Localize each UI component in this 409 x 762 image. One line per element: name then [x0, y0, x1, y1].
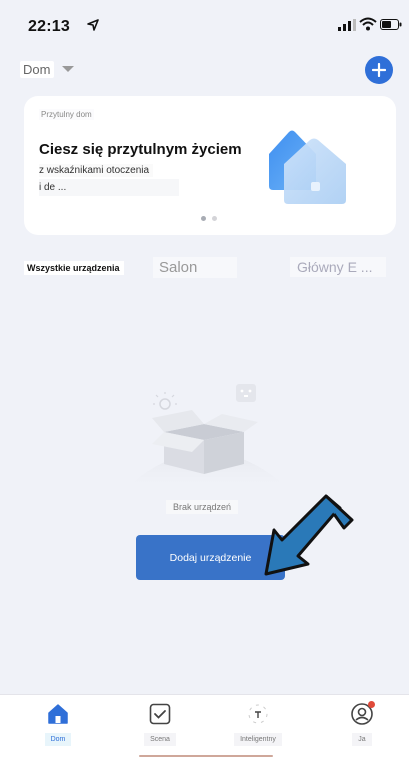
checkbox-icon	[149, 703, 171, 725]
banner-title: Ciesz się przytulnym życiem	[39, 141, 242, 158]
bottom-navigation: Dom Scena Inteligentny Ja	[0, 694, 409, 762]
empty-state-message: Brak urządzeń	[166, 500, 239, 514]
caret-down-icon	[62, 66, 75, 72]
notification-badge	[368, 701, 375, 708]
banner-card[interactable]: Przytulny dom Ciesz się przytulnym życie…	[24, 96, 396, 235]
home-selector[interactable]: Dom	[20, 58, 104, 80]
tab-main-room[interactable]: Główny E ...	[290, 257, 387, 277]
page-dot	[212, 216, 217, 221]
smart-icon	[248, 704, 268, 724]
pointer-arrow-icon	[264, 494, 354, 576]
socket-icon	[236, 384, 256, 402]
bulb-icon	[153, 392, 177, 410]
banner-subtitle-2: i de ...	[39, 179, 179, 196]
home-indicator	[139, 755, 273, 757]
tab-all-devices[interactable]: Wszystkie urządzenia	[24, 261, 124, 275]
location-arrow-icon	[87, 19, 99, 31]
nav-me-label: Ja	[352, 733, 372, 746]
home-name: Dom	[20, 60, 55, 78]
nav-scene[interactable]: Scena	[120, 701, 200, 746]
nav-me[interactable]: Ja	[322, 701, 402, 746]
nav-smart-label: Inteligentny	[234, 733, 282, 746]
home-icon	[48, 704, 68, 724]
plus-icon	[372, 63, 386, 77]
nav-home[interactable]: Dom	[18, 701, 98, 746]
nav-home-label: Dom	[44, 733, 72, 746]
page-dot	[201, 216, 206, 221]
banner-page-dots	[201, 216, 217, 221]
empty-box-illustration	[124, 384, 290, 490]
cell-signal-icon	[338, 19, 356, 31]
nav-scene-label: Scena	[144, 733, 176, 746]
status-time: 22:13	[28, 18, 70, 35]
wifi-icon	[359, 17, 377, 31]
banner-subtitle: z wskaźnikami otoczenia	[39, 164, 154, 177]
tab-salon[interactable]: Salon	[153, 257, 238, 278]
house-illustration-icon	[269, 130, 346, 204]
nav-smart[interactable]: Inteligentny	[218, 701, 298, 746]
banner-tag: Przytulny dom	[39, 109, 94, 120]
add-button[interactable]	[365, 56, 393, 84]
battery-icon	[380, 19, 402, 30]
